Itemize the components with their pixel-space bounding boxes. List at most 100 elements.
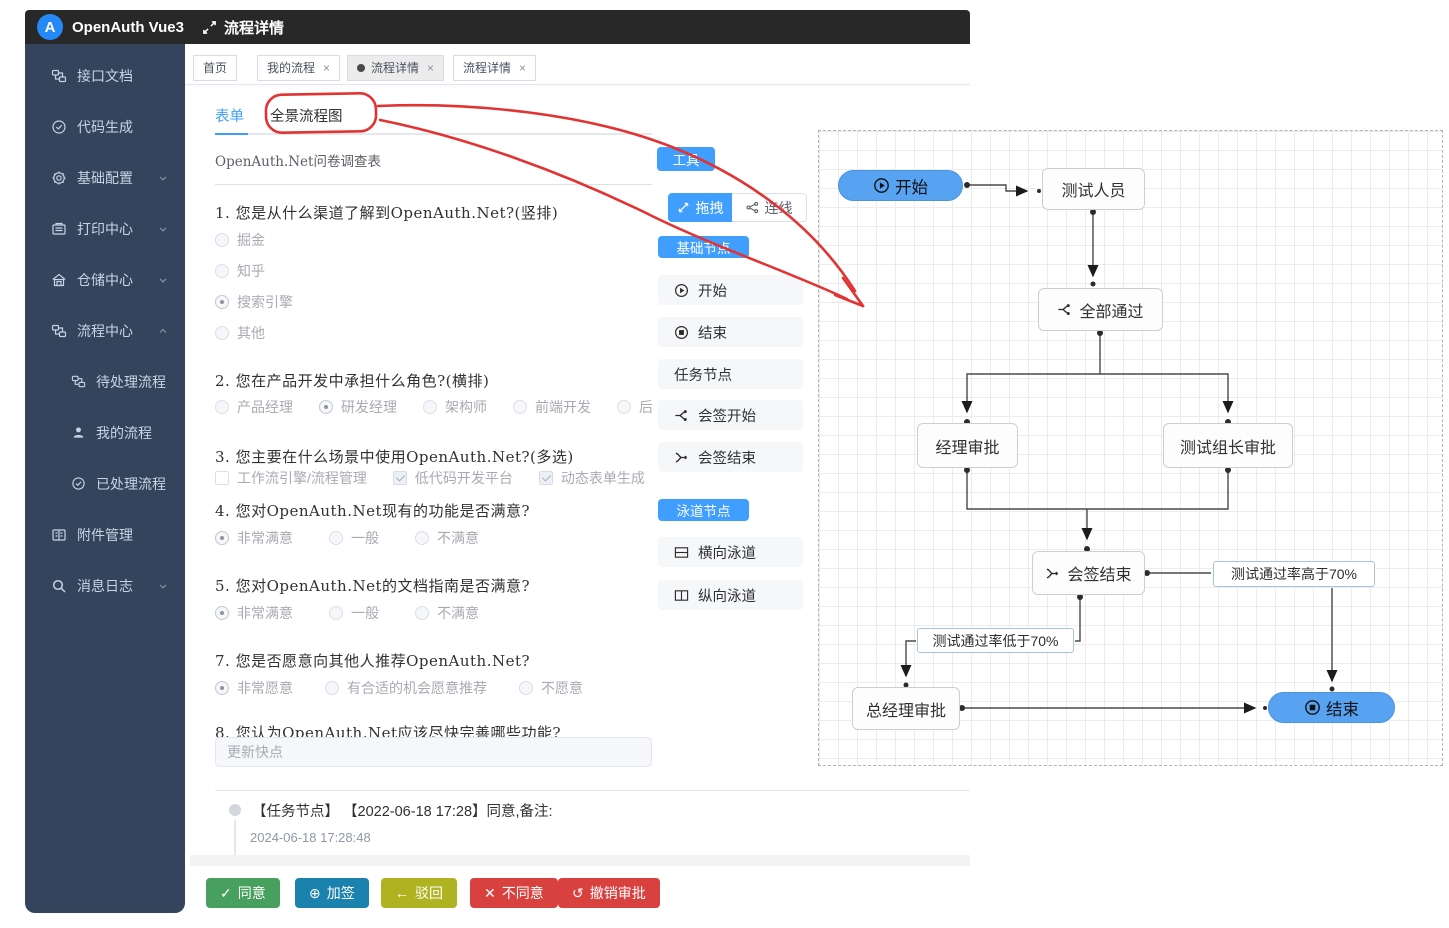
- sidebar-item-code-gen[interactable]: 代码生成: [25, 101, 185, 152]
- tabs-underline-track: [215, 133, 652, 135]
- revoke-approval-button[interactable]: ↺撤销审批: [558, 878, 660, 908]
- flow-node-tester[interactable]: 测试人员: [1042, 168, 1145, 210]
- palette-vertical-lane[interactable]: 纵向泳道: [658, 580, 803, 610]
- radio-button: [215, 531, 229, 545]
- tab-flow-detail-active[interactable]: 流程详情×: [347, 55, 444, 81]
- gear-icon: [51, 170, 67, 186]
- radio-button: [513, 400, 527, 414]
- palette-end-node[interactable]: 结束: [658, 317, 803, 347]
- sidebar-item-done-flows[interactable]: 已处理流程: [25, 458, 185, 509]
- footer-divider-strip: [190, 855, 970, 866]
- merge-icon: [1045, 566, 1060, 581]
- palette-countersign-start-node[interactable]: 会签开始: [658, 400, 803, 430]
- radio-button: [329, 531, 343, 545]
- arrow-left-icon: ←: [395, 885, 409, 901]
- printer-icon: [51, 221, 67, 237]
- agree-button[interactable]: ✓同意: [206, 878, 280, 908]
- connect-mode-button[interactable]: 连线: [732, 193, 807, 222]
- radio-button: [423, 400, 437, 414]
- sidebar-item-warehouse-center[interactable]: 仓储中心: [25, 254, 185, 305]
- circle-stop-icon: [674, 325, 689, 340]
- tools-badge: 工具: [657, 147, 715, 171]
- palette-horizontal-lane[interactable]: 横向泳道: [658, 537, 803, 567]
- sidebar-item-pending-flows[interactable]: 待处理流程: [25, 356, 185, 407]
- sidebar-item-api-docs[interactable]: 接口文档: [25, 50, 185, 101]
- question-3-label: 3. 您主要在什么场景中使用OpenAuth.Net?(多选): [215, 446, 574, 467]
- attachment-icon: [51, 527, 67, 543]
- tab-home[interactable]: 首页: [193, 55, 237, 81]
- chevron-up-icon: [157, 325, 169, 337]
- api-icon: [51, 68, 67, 84]
- flow-node-start[interactable]: 开始: [838, 170, 963, 201]
- tab-flow-detail[interactable]: 流程详情×: [453, 55, 536, 81]
- circle-play-icon: [873, 177, 890, 194]
- radio-button: [415, 606, 429, 620]
- flow-node-countersign-end[interactable]: 会签结束: [1032, 551, 1145, 595]
- radio-button: [215, 233, 229, 247]
- drag-mode-button[interactable]: 拖拽: [668, 193, 732, 222]
- edge-label-pass-rate-high[interactable]: 测试通过率高于70%: [1213, 561, 1375, 587]
- disagree-button[interactable]: ✕不同意: [470, 878, 558, 908]
- checkbox: [539, 471, 553, 485]
- pending-flow-icon: [71, 374, 86, 389]
- palette-start-node[interactable]: 开始: [658, 275, 803, 305]
- q1-option: 搜索引擎: [215, 292, 652, 312]
- radio-button: [617, 400, 631, 414]
- edge-label-pass-rate-low[interactable]: 测试通过率低于70%: [917, 628, 1074, 653]
- sidebar-item-print-center[interactable]: 打印中心: [25, 203, 185, 254]
- q2-options: 产品经理 研发经理 架构师 前端开发 后端开发: [215, 397, 652, 417]
- add-sign-button[interactable]: ⊕加签: [295, 878, 369, 908]
- palette-task-node[interactable]: 任务节点: [658, 359, 803, 389]
- lane-nodes-badge: 泳道节点: [658, 499, 749, 521]
- radio-button: [319, 400, 333, 414]
- flow-node-test-lead-approve[interactable]: 测试组长审批: [1163, 423, 1293, 468]
- sidebar-item-flow-center[interactable]: 流程中心: [25, 305, 185, 356]
- header-page-title: 流程详情: [224, 17, 284, 38]
- radio-button: [215, 264, 229, 278]
- flow-node-end[interactable]: 结束: [1268, 692, 1395, 723]
- plus-circle-icon: ⊕: [309, 885, 321, 902]
- reject-button[interactable]: ←驳回: [381, 878, 457, 908]
- flow-canvas[interactable]: [818, 130, 1443, 766]
- sidebar-item-base-config[interactable]: 基础配置: [25, 152, 185, 203]
- chevron-down-icon: [157, 172, 169, 184]
- collapse-arrows-icon[interactable]: [202, 20, 217, 35]
- tab-panorama-flowchart[interactable]: 全景流程图: [270, 100, 343, 134]
- timeline-entry-time: 2024-06-18 17:28:48: [250, 830, 371, 845]
- radio-button: [215, 326, 229, 340]
- radio-button: [415, 531, 429, 545]
- q4-options: 非常满意 一般 不满意: [215, 528, 652, 548]
- tab-form[interactable]: 表单: [215, 100, 244, 134]
- palette-countersign-end-node[interactable]: 会签结束: [658, 442, 803, 472]
- flow-node-gm-approve[interactable]: 总经理审批: [852, 687, 960, 730]
- timeline-dot-icon: [229, 804, 241, 816]
- q7-options: 非常愿意 有合适的机会愿意推荐 不愿意: [215, 678, 652, 698]
- flow-node-all-pass[interactable]: 全部通过: [1038, 288, 1163, 331]
- flow-node-manager-approve[interactable]: 经理审批: [917, 423, 1018, 468]
- tab-my-flows[interactable]: 我的流程×: [257, 55, 340, 81]
- basic-nodes-badge: 基础节点: [658, 236, 749, 258]
- question-4-label: 4. 您对OpenAuth.Net现有的功能是否满意?: [215, 500, 530, 521]
- checkbox: [393, 471, 407, 485]
- code-check-icon: [51, 119, 67, 135]
- circle-stop-icon: [1304, 699, 1321, 716]
- q1-option: 其他: [215, 323, 652, 343]
- radio-button: [519, 681, 533, 695]
- warehouse-icon: [51, 272, 67, 288]
- flow-icon: [51, 323, 67, 339]
- sidebar-item-my-flows[interactable]: 我的流程: [25, 407, 185, 458]
- sidebar-item-message-log[interactable]: 消息日志: [25, 560, 185, 611]
- checkbox: [215, 471, 229, 485]
- question-2-label: 2. 您在产品开发中承担什么角色?(横排): [215, 370, 489, 391]
- close-icon[interactable]: ×: [519, 55, 526, 81]
- close-icon[interactable]: ×: [427, 55, 434, 81]
- radio-button: [215, 295, 229, 309]
- sidebar-item-attachments[interactable]: 附件管理: [25, 509, 185, 560]
- q1-option: 掘金: [215, 230, 652, 250]
- questionnaire-form: OpenAuth.Net问卷调查表 1. 您是从什么渠道了解到OpenAuth.…: [215, 144, 652, 816]
- v-lane-icon: [674, 588, 689, 603]
- q3-options: 工作流引擎/流程管理 低代码开发平台 动态表单生成: [215, 468, 652, 488]
- close-icon[interactable]: ×: [323, 55, 330, 81]
- question-1-label: 1. 您是从什么渠道了解到OpenAuth.Net?(竖排): [215, 202, 558, 223]
- form-title: OpenAuth.Net问卷调查表: [215, 150, 652, 185]
